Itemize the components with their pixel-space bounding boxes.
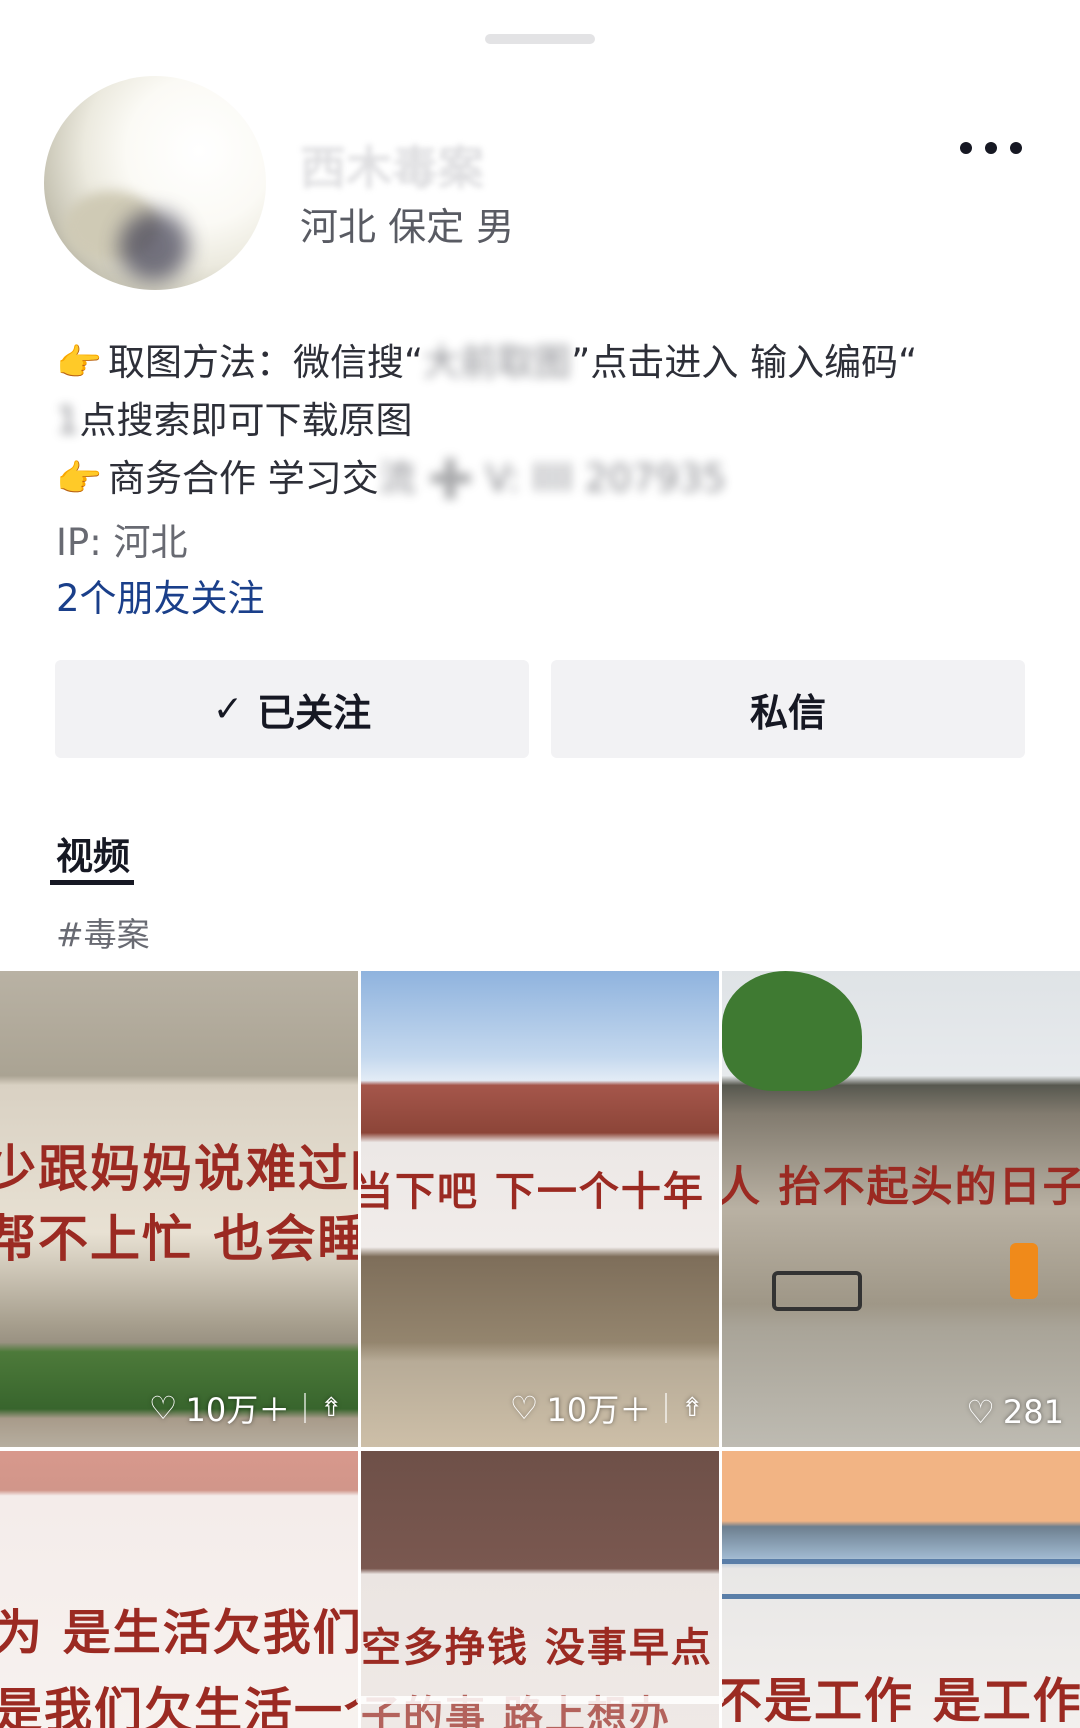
profile-name: 西木毒案 — [300, 141, 484, 195]
video-thumbnail[interactable]: 空多挣钱 没事早点 子的事 路上想办 — [361, 1451, 719, 1728]
message-button[interactable]: 私信 — [551, 660, 1025, 758]
video-stats: ♡ 10万＋ ⇮ — [510, 1385, 703, 1431]
home-indicator — [356, 1696, 724, 1704]
like-count: 10万＋ — [185, 1391, 291, 1429]
pointing-hand-icon: 👉 — [56, 341, 103, 384]
pointing-hand-icon: 👉 — [56, 457, 103, 500]
followed-label: 已关注 — [257, 690, 372, 735]
sheet-drag-handle[interactable] — [485, 34, 595, 44]
avatar[interactable] — [44, 76, 266, 290]
heart-icon: ♡ — [148, 1389, 178, 1427]
like-count: 281 — [1002, 1393, 1064, 1431]
profile-sheet: 西木毒案 河北 保定 男 👉 取图方法：微信搜“大前取图”点击进入 输入编码“ 1… — [0, 0, 1080, 1728]
video-thumbnail[interactable]: 当下吧 下一个十年 就不再是贫 ♡ 10万＋ ⇮ — [361, 971, 719, 1447]
video-stats: ♡ 10万＋ ⇮ — [149, 1385, 342, 1431]
like-count: 10万＋ — [546, 1391, 652, 1429]
heart-icon: ♡ — [966, 1393, 995, 1431]
video-thumbnail[interactable]: 少跟妈妈说难过的事 帮不上忙 也会睡不着 ♡ 10万＋ ⇮ — [0, 971, 358, 1447]
profile-bio: 👉 取图方法：微信搜“大前取图”点击进入 输入编码“ 1点搜索即可下载原图 👉 商务… — [56, 334, 1016, 508]
message-label: 私信 — [749, 690, 826, 735]
heart-icon: ♡ — [509, 1389, 539, 1427]
pin-top-icon: ⇮ — [320, 1393, 342, 1423]
video-thumbnail[interactable]: 人 抬不起头的日子我比谁 ♡ 281 — [722, 971, 1080, 1447]
bio-line: 1点搜索即可下载原图 — [56, 399, 413, 442]
pin-top-icon: ⇮ — [681, 1393, 703, 1423]
followed-button[interactable]: ✓ 已关注 — [55, 660, 529, 758]
active-tab-indicator — [50, 880, 134, 885]
tab-videos[interactable]: 视频 — [56, 826, 130, 880]
ip-location: IP: 河北 — [56, 521, 188, 564]
profile-location: 河北 保定 男 — [300, 205, 515, 249]
bio-line: 👉 商务合作 学习交流 ➕ V: llll 207935 — [56, 450, 1016, 508]
video-thumbnail[interactable]: 不是工作 是工作中遇 — [722, 1451, 1080, 1728]
video-thumbnail[interactable]: 为 是生活欠我们一个 是我们欠生活一个“努 — [0, 1451, 358, 1728]
checkmark-icon: ✓ — [212, 688, 244, 730]
hashtag-filter[interactable]: #毒案 — [56, 908, 150, 956]
friends-following-link[interactable]: 2个朋友关注 — [56, 568, 265, 622]
bio-line: 👉 取图方法：微信搜“大前取图”点击进入 输入编码“ — [56, 334, 1016, 392]
more-options-icon[interactable] — [960, 128, 1022, 168]
video-stats: ♡ 281 — [966, 1393, 1064, 1431]
